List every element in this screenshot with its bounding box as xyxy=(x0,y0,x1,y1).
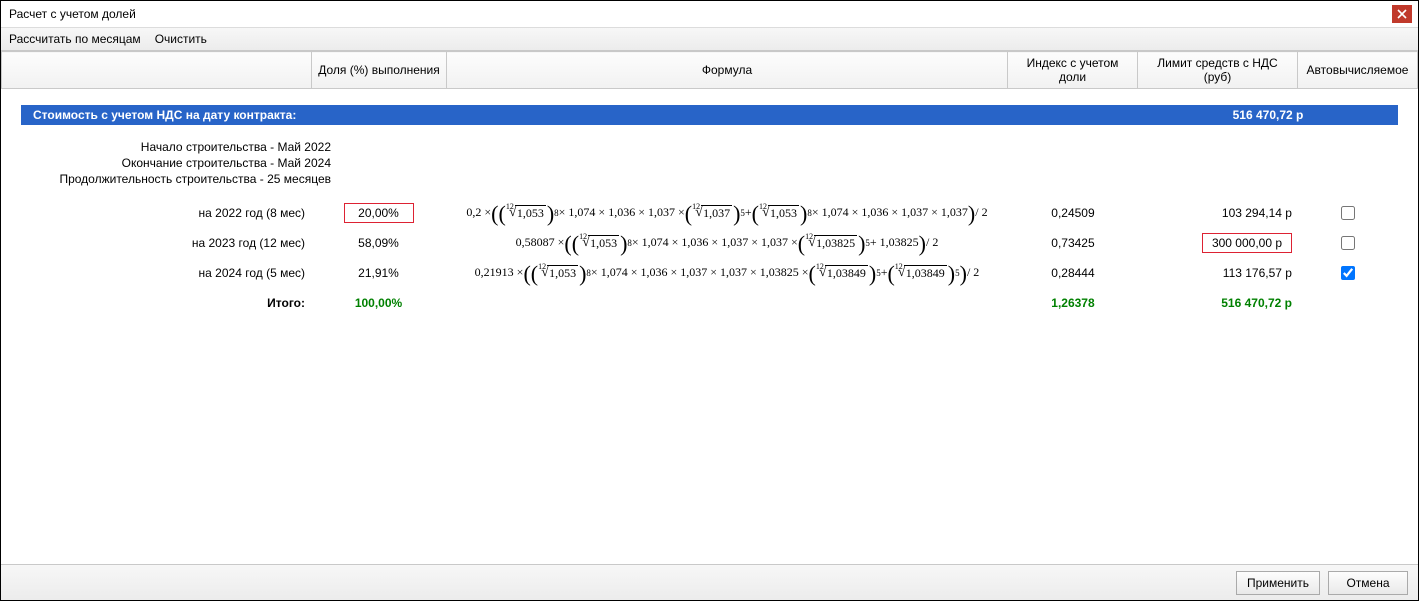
row-auto xyxy=(1298,198,1398,228)
data-row: на 2023 год (12 мес)58,09%0,58087 × ((12… xyxy=(21,228,1398,258)
row-formula: 0,2 × ((12√1,053)8 × 1,074 × 1,036 × 1,0… xyxy=(446,198,1008,228)
meta-start: Начало строительства - Май 2022 xyxy=(21,139,331,155)
row-label: на 2024 год (5 мес) xyxy=(21,258,311,288)
column-headers: Доля (%) выполнения Формула Индекс с уче… xyxy=(1,51,1418,89)
total-index: 1,26378 xyxy=(1008,288,1138,318)
bottom-bar: Применить Отмена xyxy=(1,564,1418,600)
total-pct: 100,00% xyxy=(311,288,446,318)
row-formula: 0,21913 × ((12√1,053)8 × 1,074 × 1,036 ×… xyxy=(446,258,1008,288)
title-bar: Расчет с учетом долей xyxy=(1,1,1418,27)
total-limit: 516 470,72 р xyxy=(1138,288,1298,318)
content-area: Стоимость с учетом НДС на дату контракта… xyxy=(1,89,1418,564)
row-limit[interactable]: 103 294,14 р xyxy=(1138,198,1298,228)
close-button[interactable] xyxy=(1392,5,1412,23)
row-pct[interactable]: 20,00% xyxy=(311,198,446,228)
row-index: 0,73425 xyxy=(1008,228,1138,258)
col-header-auto: Автовычисляемое xyxy=(1298,52,1418,89)
row-auto xyxy=(1298,228,1398,258)
banner-row: Стоимость с учетом НДС на дату контракта… xyxy=(21,105,1398,125)
row-auto xyxy=(1298,258,1398,288)
auto-checkbox[interactable] xyxy=(1341,266,1355,280)
row-label: на 2023 год (12 мес) xyxy=(21,228,311,258)
row-index: 0,24509 xyxy=(1008,198,1138,228)
total-row: Итого: 100,00% 1,26378 516 470,72 р xyxy=(21,288,1398,318)
cancel-button[interactable]: Отмена xyxy=(1328,571,1408,595)
meta-end: Окончание строительства - Май 2024 xyxy=(21,155,331,171)
col-header-limit: Лимит средств с НДС (руб) xyxy=(1138,52,1298,89)
col-header-index: Индекс с учетом доли xyxy=(1008,52,1138,89)
row-label: на 2022 год (8 мес) xyxy=(21,198,311,228)
banner-label: Стоимость с учетом НДС на дату контракта… xyxy=(21,105,1138,125)
meta-row: Начало строительства - Май 2022 Окончани… xyxy=(21,131,1398,198)
row-pct[interactable]: 21,91% xyxy=(311,258,446,288)
data-row: на 2024 год (5 мес)21,91%0,21913 × ((12√… xyxy=(21,258,1398,288)
banner-value: 516 470,72 р xyxy=(1138,105,1398,125)
apply-button[interactable]: Применить xyxy=(1236,571,1320,595)
col-header-pct: Доля (%) выполнения xyxy=(312,52,447,89)
calc-grid: Стоимость с учетом НДС на дату контракта… xyxy=(21,105,1398,318)
total-label: Итого: xyxy=(21,288,311,318)
menu-bar: Рассчитать по месяцам Очистить xyxy=(1,27,1418,51)
row-index: 0,28444 xyxy=(1008,258,1138,288)
menu-clear[interactable]: Очистить xyxy=(155,32,207,46)
window-title: Расчет с учетом долей xyxy=(9,7,136,21)
close-icon xyxy=(1397,9,1407,19)
data-row: на 2022 год (8 мес)20,00%0,2 × ((12√1,05… xyxy=(21,198,1398,228)
row-limit[interactable]: 300 000,00 р xyxy=(1138,228,1298,258)
col-header-label xyxy=(2,52,312,89)
row-formula: 0,58087 × ((12√1,053)8 × 1,074 × 1,036 ×… xyxy=(446,228,1008,258)
auto-checkbox[interactable] xyxy=(1341,236,1355,250)
row-limit[interactable]: 113 176,57 р xyxy=(1138,258,1298,288)
col-header-formula: Формула xyxy=(447,52,1008,89)
meta-duration: Продолжительность строительства - 25 мес… xyxy=(21,171,331,187)
menu-calc-months[interactable]: Рассчитать по месяцам xyxy=(9,32,141,46)
row-pct[interactable]: 58,09% xyxy=(311,228,446,258)
auto-checkbox[interactable] xyxy=(1341,206,1355,220)
